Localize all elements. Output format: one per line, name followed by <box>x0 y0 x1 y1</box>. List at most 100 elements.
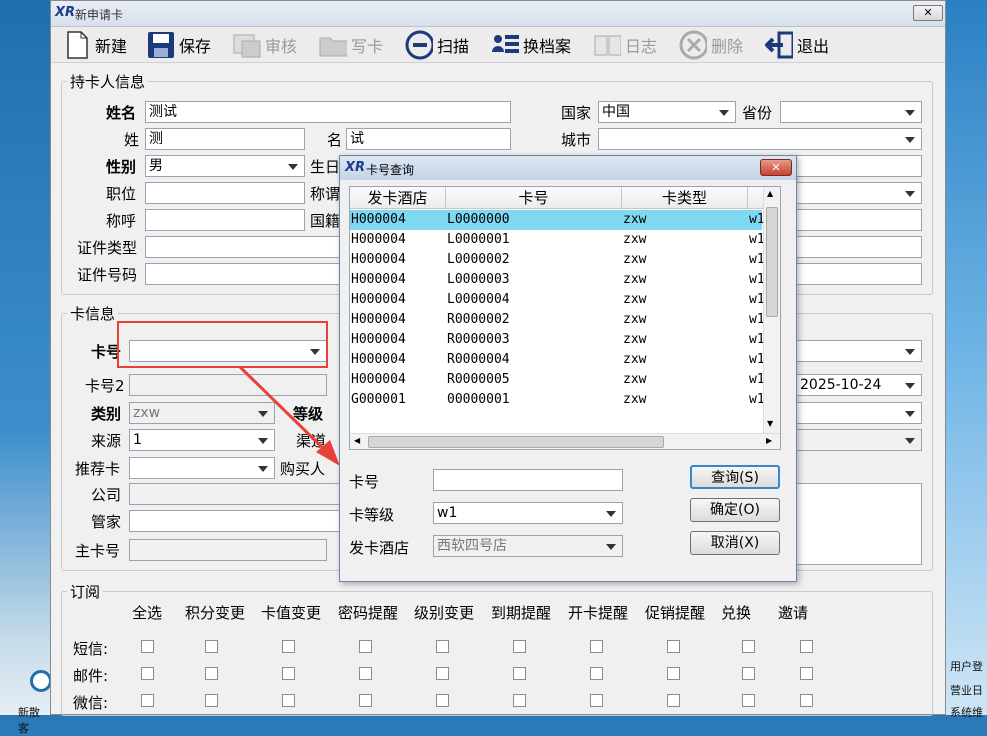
scroll-down-icon[interactable]: ▼ <box>767 419 773 428</box>
audit-button[interactable]: 审核 <box>233 29 297 61</box>
dialog-card-number-input[interactable] <box>433 469 623 491</box>
subscribe-checkbox[interactable] <box>590 694 603 707</box>
given-name-input[interactable]: 试 <box>346 128 511 150</box>
subscribe-checkbox[interactable] <box>590 667 603 680</box>
remark-textarea[interactable] <box>796 483 922 565</box>
province-select[interactable] <box>780 101 922 123</box>
subscribe-checkbox[interactable] <box>742 640 755 653</box>
subscribe-checkbox[interactable] <box>513 640 526 653</box>
new-button[interactable]: 新建 <box>63 29 127 61</box>
desktop-app-icon[interactable] <box>30 670 52 692</box>
table-row[interactable]: H000004 R0000004 zxw w1 <box>350 350 765 370</box>
subscribe-checkbox[interactable] <box>282 667 295 680</box>
source-select[interactable]: 1 <box>129 429 275 451</box>
id-number-input[interactable] <box>145 263 341 285</box>
scroll-right-icon[interactable]: ▶ <box>766 436 772 445</box>
vertical-scroll-thumb[interactable] <box>766 207 778 317</box>
subscribe-checkbox[interactable] <box>667 640 680 653</box>
subscribe-checkbox[interactable] <box>800 667 813 680</box>
subscribe-checkbox[interactable] <box>282 694 295 707</box>
header-card-type[interactable]: 卡类型 <box>622 187 748 209</box>
subscribe-checkbox[interactable] <box>141 694 154 707</box>
table-row[interactable]: H000004 R0000003 zxw w1 <box>350 330 765 350</box>
subscribe-checkbox[interactable] <box>800 640 813 653</box>
scroll-up-icon[interactable]: ▲ <box>767 189 773 198</box>
gender-label: 性别 <box>106 158 137 176</box>
id-type-select[interactable] <box>145 236 341 258</box>
holder-right-field-1[interactable] <box>796 155 922 177</box>
subscribe-checkbox[interactable] <box>667 667 680 680</box>
subscribe-checkbox[interactable] <box>205 640 218 653</box>
subscribe-checkbox[interactable] <box>359 640 372 653</box>
grid-horizontal-scrollbar[interactable]: ◀ ▶ <box>350 433 780 449</box>
grid-vertical-scrollbar[interactable]: ▲ ▼ <box>763 187 780 433</box>
subscribe-checkbox[interactable] <box>513 694 526 707</box>
cell-card-type: zxw <box>623 392 647 407</box>
horizontal-scroll-thumb[interactable] <box>368 436 664 448</box>
cell-card-type: zxw <box>623 272 647 287</box>
subscribe-checkbox[interactable] <box>436 640 449 653</box>
table-row[interactable]: H000004 L0000000 zxw w1 <box>350 210 765 230</box>
save-button[interactable]: 保存 <box>147 29 211 61</box>
subscribe-checkbox[interactable] <box>141 667 154 680</box>
country-select[interactable]: 中国 <box>598 101 736 123</box>
subscribe-checkbox[interactable] <box>205 694 218 707</box>
surname-input[interactable]: 测 <box>145 128 305 150</box>
cell-hotel: H000004 <box>351 232 406 247</box>
table-row[interactable]: H000004 R0000002 zxw w1 <box>350 310 765 330</box>
log-button[interactable]: 日志 <box>593 29 657 61</box>
subscribe-checkbox[interactable] <box>590 640 603 653</box>
holder-right-field-2[interactable] <box>796 182 922 204</box>
expiry-date-select[interactable]: 2025-10-24 <box>796 374 922 396</box>
gender-select[interactable]: 男 <box>145 155 305 177</box>
desktop-business-day-label[interactable]: 营业日 <box>950 682 983 698</box>
table-row[interactable]: H000004 R0000005 zxw w1 <box>350 370 765 390</box>
dialog-card-level-select[interactable]: w1 <box>433 502 623 524</box>
subscribe-checkbox[interactable] <box>205 667 218 680</box>
desktop-user-login-label[interactable]: 用户登 <box>950 658 983 674</box>
salutation-input[interactable] <box>145 209 305 231</box>
subscribe-checkbox[interactable] <box>282 640 295 653</box>
write-card-button[interactable]: 写卡 <box>319 29 383 61</box>
ok-button[interactable]: 确定(O) <box>690 498 780 522</box>
subscribe-checkbox[interactable] <box>742 667 755 680</box>
steward-input[interactable] <box>129 510 341 532</box>
header-card-number[interactable]: 卡号 <box>446 187 622 209</box>
subscribe-checkbox[interactable] <box>513 667 526 680</box>
switch-profile-button[interactable]: 换档案 <box>491 29 571 61</box>
table-row[interactable]: H000004 L0000001 zxw w1 <box>350 230 765 250</box>
cell-hotel: H000004 <box>351 352 406 367</box>
card-right-select-3[interactable] <box>796 402 922 424</box>
subscribe-checkbox[interactable] <box>436 694 449 707</box>
subscribe-checkbox[interactable] <box>359 667 372 680</box>
subscribe-checkbox[interactable] <box>436 667 449 680</box>
holder-right-field-3[interactable] <box>796 209 922 231</box>
header-hotel[interactable]: 发卡酒店 <box>350 187 446 209</box>
window-close-button[interactable]: ✕ <box>913 5 943 21</box>
position-input[interactable] <box>145 182 305 204</box>
subscribe-checkbox[interactable] <box>800 694 813 707</box>
referrer-select[interactable] <box>129 457 275 479</box>
exit-button[interactable]: 退出 <box>765 29 829 61</box>
scan-button[interactable]: 扫描 <box>405 29 469 61</box>
dialog-close-button[interactable]: ✕ <box>760 159 792 176</box>
cell-card-number: R0000005 <box>447 372 510 387</box>
cancel-button[interactable]: 取消(X) <box>690 531 780 555</box>
subscribe-checkbox[interactable] <box>742 694 755 707</box>
table-row[interactable]: H000004 L0000002 zxw w1 <box>350 250 765 270</box>
holder-right-field-4[interactable] <box>796 236 922 258</box>
subscribe-checkbox[interactable] <box>667 694 680 707</box>
desktop-system-label[interactable]: 系统维 <box>950 704 983 720</box>
name-input[interactable]: 测试 <box>145 101 511 123</box>
city-select[interactable] <box>598 128 922 150</box>
table-row[interactable]: H000004 L0000004 zxw w1 <box>350 290 765 310</box>
scroll-left-icon[interactable]: ◀ <box>354 436 360 445</box>
holder-right-field-5[interactable] <box>796 263 922 285</box>
table-row[interactable]: H000004 L0000003 zxw w1 <box>350 270 765 290</box>
card-right-select-1[interactable] <box>796 340 922 362</box>
table-row[interactable]: G000001 00000001 zxw w1 <box>350 390 765 410</box>
query-button[interactable]: 查询(S) <box>690 465 780 489</box>
delete-button[interactable]: 删除 <box>679 29 743 61</box>
subscribe-checkbox[interactable] <box>359 694 372 707</box>
subscribe-checkbox[interactable] <box>141 640 154 653</box>
